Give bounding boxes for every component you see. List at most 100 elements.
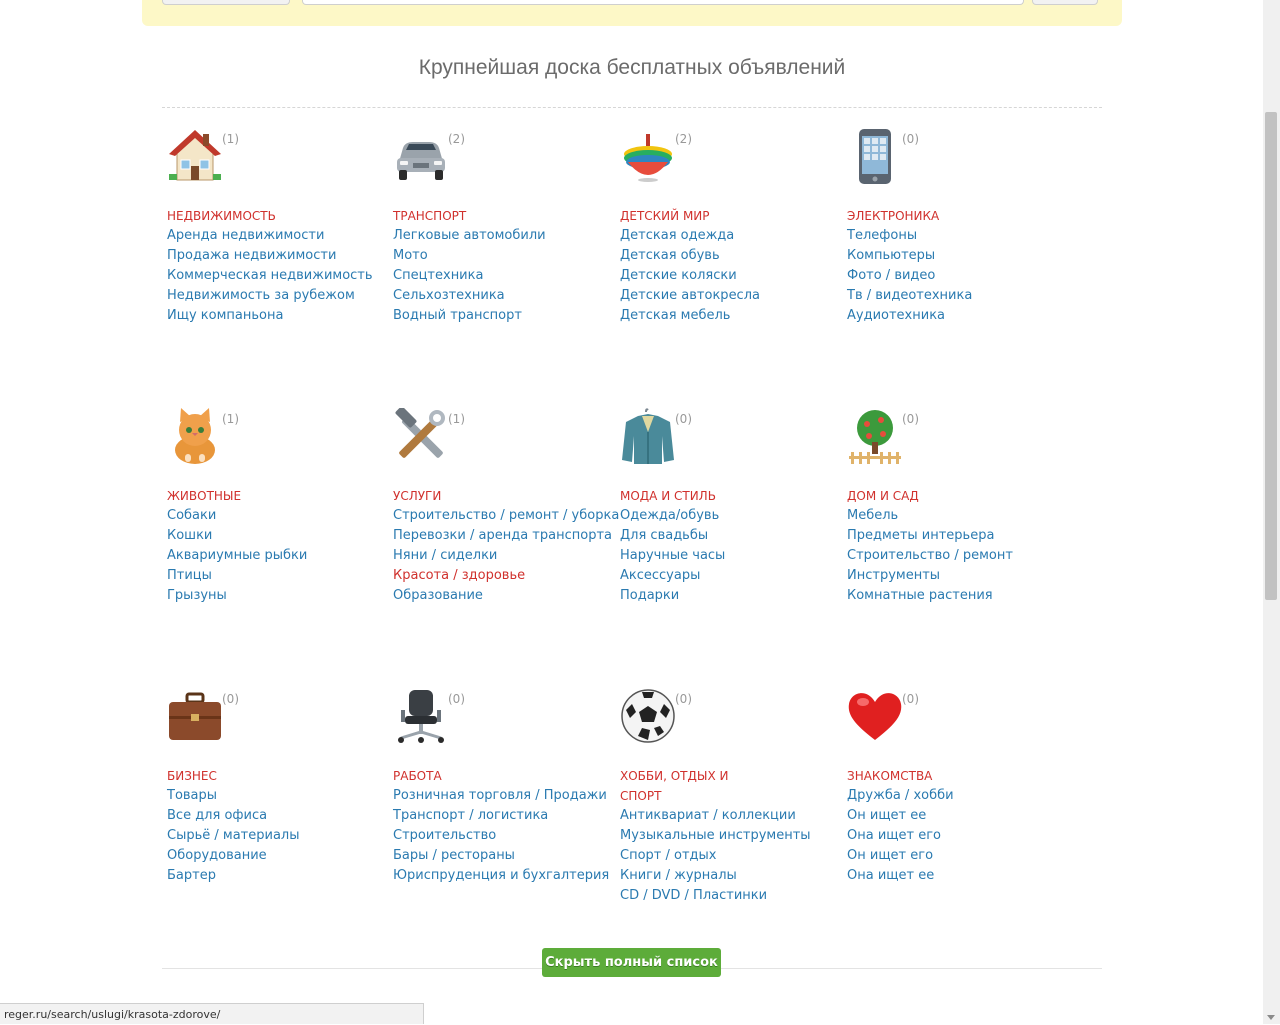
subcategory-link[interactable]: Строительство / ремонт: [847, 546, 1067, 566]
subcategory-link[interactable]: Сырьё / материалы: [167, 826, 387, 846]
category-title[interactable]: ДОМ И САД: [847, 486, 967, 506]
subcategory-link[interactable]: Оборудование: [167, 846, 387, 866]
subcategory-link[interactable]: Для свадьбы: [620, 526, 840, 546]
scroll-down-arrow-icon[interactable]: [1267, 1015, 1275, 1020]
category-title[interactable]: ДЕТСКИЙ МИР: [620, 206, 740, 226]
subcategory-link[interactable]: Детская мебель: [620, 306, 840, 326]
subcategory-link[interactable]: Сельхозтехника: [393, 286, 613, 306]
scrollbar-thumb[interactable]: [1265, 112, 1277, 600]
region-select-button[interactable]: [162, 0, 290, 5]
subcategory-link[interactable]: Компьютеры: [847, 246, 1067, 266]
listing-count: (0): [902, 412, 919, 426]
subcategory-link[interactable]: Детская обувь: [620, 246, 840, 266]
subcategory-link[interactable]: Аквариумные рыбки: [167, 546, 387, 566]
subcategory-link[interactable]: Образование: [393, 586, 613, 606]
category-title[interactable]: БИЗНЕС: [167, 766, 287, 786]
category-title[interactable]: ЭЛЕКТРОНИКА: [847, 206, 967, 226]
category-title[interactable]: ЗНАКОМСТВА: [847, 766, 967, 786]
subcategory-link[interactable]: Грызуны: [167, 586, 387, 606]
subcategory-link[interactable]: Подарки: [620, 586, 840, 606]
subcategory-link[interactable]: Предметы интерьера: [847, 526, 1067, 546]
subcategory-link[interactable]: Мото: [393, 246, 613, 266]
subcategory-link[interactable]: Детские коляски: [620, 266, 840, 286]
spinning-top-icon[interactable]: (2): [620, 128, 692, 188]
subcategory-link[interactable]: Недвижимость за рубежом: [167, 286, 387, 306]
subcategory-link[interactable]: Она ищет его: [847, 826, 1067, 846]
subcategory-link[interactable]: Легковые автомобили: [393, 226, 613, 246]
subcategory-link[interactable]: Все для офиса: [167, 806, 387, 826]
subcategory-link[interactable]: Продажа недвижимости: [167, 246, 387, 266]
subcategory-link[interactable]: Комнатные растения: [847, 586, 1067, 606]
subcategory-link[interactable]: Детские автокресла: [620, 286, 840, 306]
subcategory-link[interactable]: Ищу компаньона: [167, 306, 387, 326]
subcategory-link[interactable]: Антиквариат / коллекции: [620, 806, 840, 826]
subcategory-link[interactable]: Наручные часы: [620, 546, 840, 566]
search-button[interactable]: [1032, 0, 1098, 5]
subcategory-link[interactable]: Инструменты: [847, 566, 1067, 586]
subcategory-link[interactable]: Юриспруденция и бухгалтерия: [393, 866, 613, 886]
category-dating: (0) ЗНАКОМСТВА Дружба / хобби Он ищет ее…: [847, 688, 1067, 886]
subcategory-link[interactable]: Аудиотехника: [847, 306, 1067, 326]
subcategory-link[interactable]: Он ищет ее: [847, 806, 1067, 826]
subcategory-link[interactable]: Бартер: [167, 866, 387, 886]
category-title[interactable]: ТРАНСПОРТ: [393, 206, 513, 226]
subcategory-link[interactable]: Фото / видео: [847, 266, 1067, 286]
car-icon[interactable]: (2): [393, 128, 465, 188]
subcategory-link[interactable]: Водный транспорт: [393, 306, 613, 326]
subcategory-link[interactable]: Он ищет его: [847, 846, 1067, 866]
listing-count: (0): [902, 692, 919, 706]
subcategory-link[interactable]: Детская одежда: [620, 226, 840, 246]
subcategory-link[interactable]: Она ищет ее: [847, 866, 1067, 886]
search-bar-panel: [142, 0, 1122, 26]
tree-icon[interactable]: (0): [847, 408, 919, 468]
category-title[interactable]: ЖИВОТНЫЕ: [167, 486, 287, 506]
listing-count: (0): [675, 692, 692, 706]
subcategory-link[interactable]: Товары: [167, 786, 387, 806]
hide-full-list-button[interactable]: Скрыть полный список: [542, 948, 721, 977]
category-title[interactable]: ХОББИ, ОТДЫХ И СПОРТ: [620, 766, 740, 806]
category-title[interactable]: НЕДВИЖИМОСТЬ: [167, 206, 287, 226]
category-title[interactable]: МОДА И СТИЛЬ: [620, 486, 740, 506]
subcategory-link[interactable]: Спорт / отдых: [620, 846, 840, 866]
subcategory-link[interactable]: Строительство: [393, 826, 613, 846]
soccer-ball-icon[interactable]: (0): [620, 688, 692, 748]
subcategory-link[interactable]: Собаки: [167, 506, 387, 526]
category-title[interactable]: УСЛУГИ: [393, 486, 513, 506]
subcategory-link[interactable]: Няни / сиделки: [393, 546, 613, 566]
subcategory-link[interactable]: Спецтехника: [393, 266, 613, 286]
category-title[interactable]: РАБОТА: [393, 766, 513, 786]
subcategory-link[interactable]: Бары / рестораны: [393, 846, 613, 866]
subcategory-link[interactable]: Коммерческая недвижимость: [167, 266, 387, 286]
jacket-icon[interactable]: (0): [620, 408, 692, 468]
listing-count: (0): [222, 692, 239, 706]
briefcase-icon[interactable]: (0): [167, 688, 239, 748]
category-hobby: (0) ХОББИ, ОТДЫХ И СПОРТ Антиквариат / к…: [620, 688, 840, 906]
subcategory-link[interactable]: Аренда недвижимости: [167, 226, 387, 246]
subcategory-link[interactable]: Телефоны: [847, 226, 1067, 246]
subcategory-link[interactable]: Птицы: [167, 566, 387, 586]
listing-count: (0): [448, 692, 465, 706]
subcategory-link[interactable]: Тв / видеотехника: [847, 286, 1067, 306]
subcategory-link[interactable]: Розничная торговля / Продажи: [393, 786, 613, 806]
subcategory-link[interactable]: Книги / журналы: [620, 866, 840, 886]
subcategory-link[interactable]: Одежда/обувь: [620, 506, 840, 526]
vertical-scrollbar[interactable]: [1263, 0, 1280, 1024]
subcategory-link[interactable]: Строительство / ремонт / уборка: [393, 506, 619, 526]
search-input[interactable]: [302, 0, 1024, 5]
house-icon[interactable]: (1): [167, 128, 239, 188]
subcategory-link-hover[interactable]: Красота / здоровье: [393, 566, 613, 586]
cat-icon[interactable]: (1): [167, 408, 239, 468]
tools-icon[interactable]: (1): [393, 406, 465, 468]
subcategory-link[interactable]: CD / DVD / Пластинки: [620, 886, 840, 906]
heart-icon[interactable]: (0): [847, 688, 919, 748]
phone-icon[interactable]: (0): [847, 128, 919, 188]
subcategory-link[interactable]: Мебель: [847, 506, 1067, 526]
subcategory-link[interactable]: Транспорт / логистика: [393, 806, 613, 826]
subcategory-link[interactable]: Музыкальные инструменты: [620, 826, 840, 846]
category-transport: (2) ТРАНСПОРТ Легковые автомобили Мото С…: [393, 128, 613, 326]
subcategory-link[interactable]: Дружба / хобби: [847, 786, 1067, 806]
subcategory-link[interactable]: Аксессуары: [620, 566, 840, 586]
subcategory-link[interactable]: Перевозки / аренда транспорта: [393, 526, 613, 546]
subcategory-link[interactable]: Кошки: [167, 526, 387, 546]
office-chair-icon[interactable]: (0): [393, 688, 465, 748]
